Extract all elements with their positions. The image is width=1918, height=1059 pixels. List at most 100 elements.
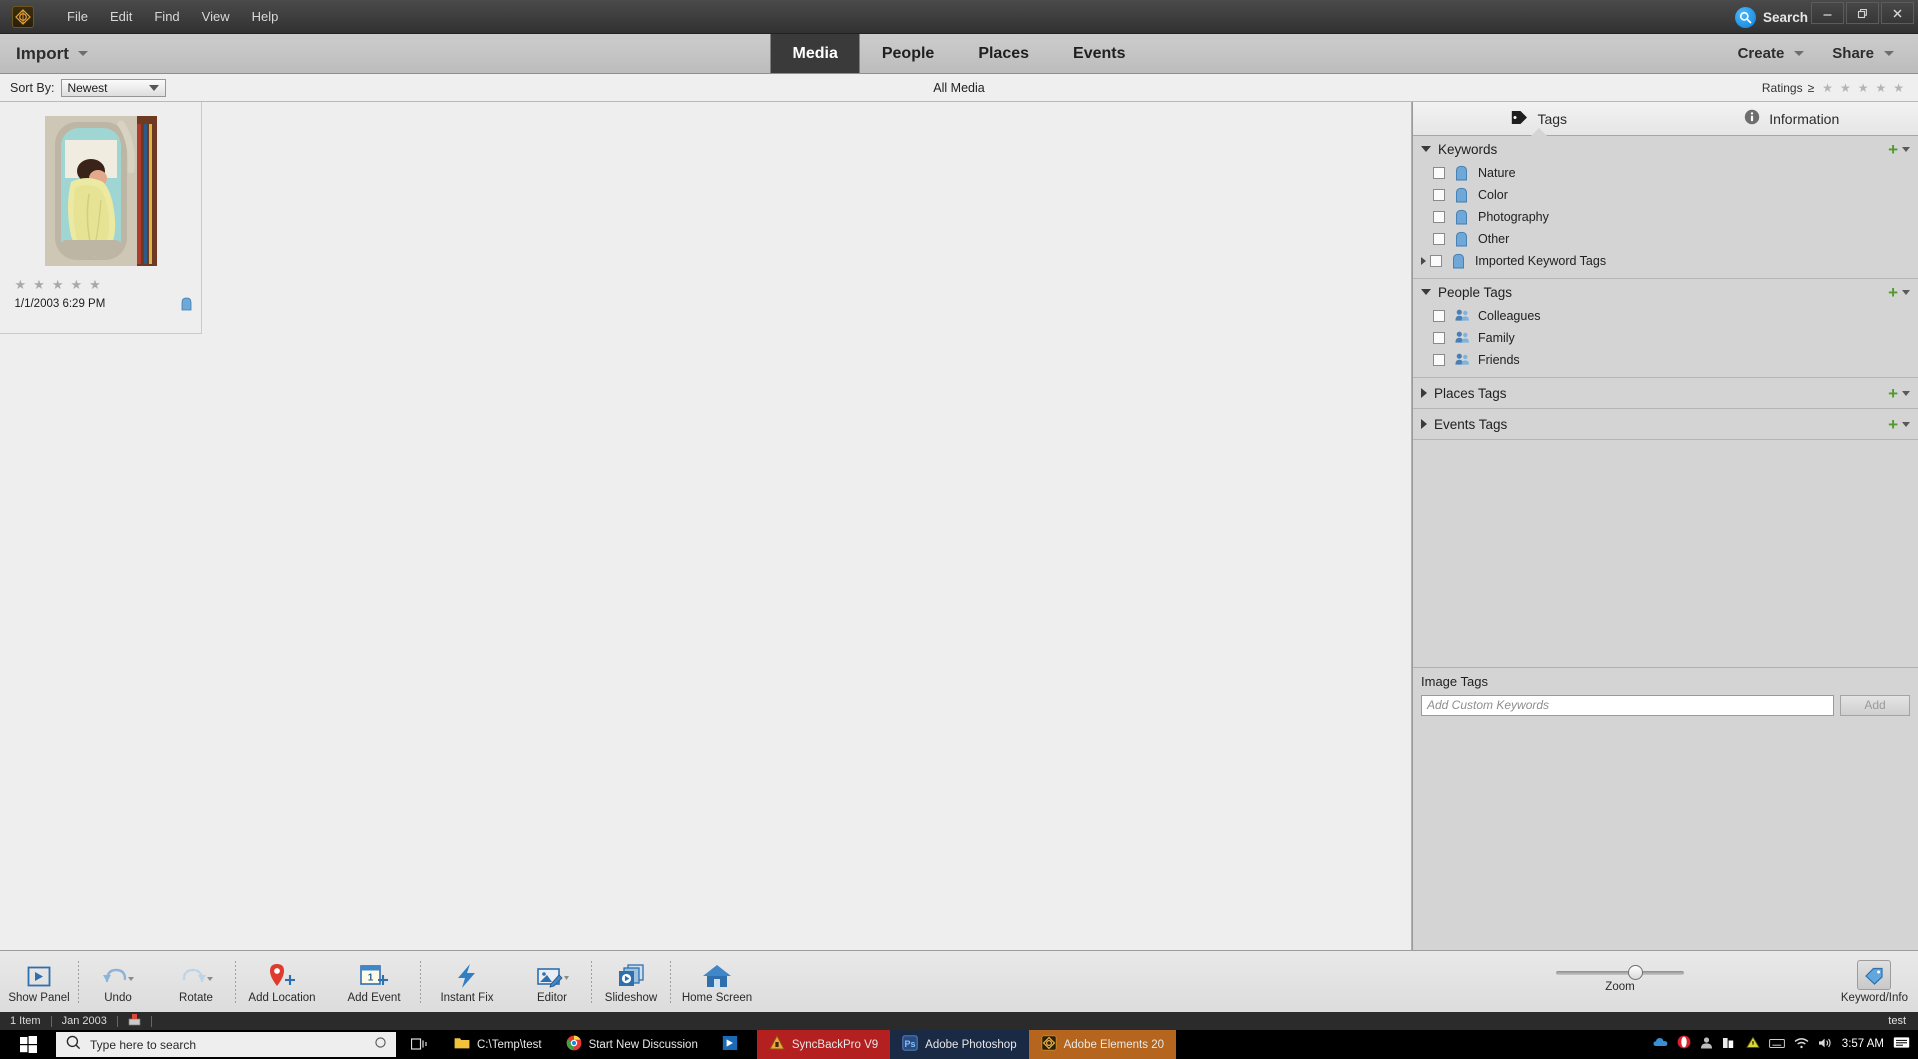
custom-keywords-input[interactable]: Add Custom Keywords xyxy=(1421,694,1834,716)
zoom-control[interactable]: Zoom xyxy=(1556,951,1684,1012)
taskbar-item-syncbackpro[interactable]: SyncBackPro V9 xyxy=(756,1030,891,1059)
rating-star[interactable]: ★ xyxy=(70,278,82,291)
slideshow-button[interactable]: Slideshow xyxy=(592,951,670,1012)
thumbnail-image[interactable] xyxy=(44,116,157,266)
menu-item-edit[interactable]: Edit xyxy=(99,5,143,28)
opera-icon[interactable] xyxy=(1677,1035,1691,1054)
add-keyword-button[interactable]: Add xyxy=(1840,694,1910,716)
cortana-icon[interactable] xyxy=(375,1036,386,1054)
rating-star[interactable]: ★ xyxy=(1840,82,1851,94)
menu-item-help[interactable]: Help xyxy=(241,5,290,28)
import-button[interactable]: Import xyxy=(0,34,104,73)
tag-checkbox[interactable] xyxy=(1433,189,1445,201)
add-event-tag-button[interactable]: + xyxy=(1888,416,1910,433)
chevron-down-icon[interactable] xyxy=(1421,146,1431,152)
share-button[interactable]: Share xyxy=(1818,45,1908,62)
menu-item-file[interactable]: File xyxy=(56,5,99,28)
tag-row[interactable]: Nature xyxy=(1413,162,1918,184)
sort-select[interactable]: Newest xyxy=(61,78,167,97)
tag-checkbox[interactable] xyxy=(1433,233,1445,245)
tag-row[interactable]: Photography xyxy=(1413,206,1918,228)
chevron-down-icon[interactable] xyxy=(1421,289,1431,295)
rating-star[interactable]: ★ xyxy=(1858,82,1869,94)
add-place-tag-button[interactable]: + xyxy=(1888,385,1910,402)
tag-checkbox[interactable] xyxy=(1433,354,1445,366)
keyword-info-toggle[interactable]: Keyword/Info xyxy=(1841,951,1908,1012)
task-view-icon[interactable] xyxy=(396,1030,442,1059)
taskbar-search-input[interactable]: Type here to search xyxy=(56,1032,396,1057)
volume-icon[interactable] xyxy=(1818,1036,1833,1054)
onedrive-icon[interactable] xyxy=(1653,1036,1668,1054)
rating-star[interactable]: ★ xyxy=(33,278,45,291)
tag-checkbox[interactable] xyxy=(1433,167,1445,179)
ratings-stars[interactable]: ★ ★ ★ ★ ★ xyxy=(1822,82,1904,94)
user-icon[interactable] xyxy=(1700,1036,1713,1054)
rating-star[interactable]: ★ xyxy=(15,278,27,291)
panel-tab-information[interactable]: Information xyxy=(1666,102,1918,135)
taskbar-item-store[interactable] xyxy=(710,1030,757,1059)
media-grid-item[interactable]: ★ ★ ★ ★ ★ 1/1/2003 6:29 PM xyxy=(0,102,202,334)
panel-tab-tags[interactable]: Tags xyxy=(1413,102,1666,135)
tag-row[interactable]: Colleagues xyxy=(1413,305,1918,327)
catalog-icon[interactable] xyxy=(118,1013,151,1029)
chevron-right-icon[interactable] xyxy=(1421,388,1427,398)
tag-checkbox[interactable] xyxy=(1430,255,1442,267)
editor-button[interactable]: Editor xyxy=(513,951,591,1012)
section-people-tags-header[interactable]: People Tags + xyxy=(1413,279,1918,305)
menu-item-view[interactable]: View xyxy=(191,5,241,28)
keyword-info-button[interactable] xyxy=(1857,959,1892,990)
windows-start-icon[interactable] xyxy=(0,1030,56,1059)
tab-people[interactable]: People xyxy=(860,34,956,73)
instant-fix-button[interactable]: Instant Fix xyxy=(421,951,513,1012)
tag-row[interactable]: Other xyxy=(1413,228,1918,250)
chevron-right-icon[interactable] xyxy=(1421,257,1426,265)
tag-row[interactable]: Color xyxy=(1413,184,1918,206)
section-events-tags-header[interactable]: Events Tags + xyxy=(1413,409,1918,439)
ratings-filter[interactable]: Ratings ≥ ★ ★ ★ ★ ★ xyxy=(1762,81,1904,95)
tab-places[interactable]: Places xyxy=(956,34,1051,73)
taskbar-clock[interactable]: 3:57 AM xyxy=(1842,1038,1884,1051)
taskbar-item-chrome[interactable]: Start New Discussion xyxy=(554,1030,710,1059)
notification-icon[interactable] xyxy=(1893,1036,1910,1054)
keyboard-icon[interactable] xyxy=(1768,1036,1785,1054)
chevron-right-icon[interactable] xyxy=(1421,419,1427,429)
zoom-slider-track[interactable] xyxy=(1556,964,1684,980)
tag-checkbox[interactable] xyxy=(1433,310,1445,322)
tab-events[interactable]: Events xyxy=(1051,34,1147,73)
home-screen-button[interactable]: Home Screen xyxy=(671,951,763,1012)
add-event-button[interactable]: 1 Add Event xyxy=(328,951,420,1012)
tag-row[interactable]: Family xyxy=(1413,327,1918,349)
alert-icon[interactable] xyxy=(1746,1036,1760,1054)
tag-checkbox[interactable] xyxy=(1433,332,1445,344)
tab-media[interactable]: Media xyxy=(770,34,860,73)
add-keyword-tag-button[interactable]: + xyxy=(1888,141,1910,158)
search-button[interactable]: Search xyxy=(1734,7,1808,28)
taskbar-item-elements[interactable]: Adobe Elements 20 xyxy=(1028,1030,1176,1059)
minimize-button[interactable] xyxy=(1811,2,1844,24)
section-places-tags-header[interactable]: Places Tags + xyxy=(1413,378,1918,408)
tag-row[interactable]: Imported Keyword Tags xyxy=(1413,250,1918,272)
section-keywords-header[interactable]: Keywords + xyxy=(1413,136,1918,162)
add-people-tag-button[interactable]: + xyxy=(1888,284,1910,301)
media-grid[interactable]: ★ ★ ★ ★ ★ 1/1/2003 6:29 PM xyxy=(0,102,1412,950)
rotate-button[interactable]: Rotate xyxy=(157,951,235,1012)
rating-star[interactable]: ★ xyxy=(1893,82,1904,94)
create-button[interactable]: Create xyxy=(1724,45,1819,62)
wifi-icon[interactable] xyxy=(1794,1036,1809,1054)
undo-button[interactable]: Undo xyxy=(79,951,157,1012)
restore-button[interactable] xyxy=(1846,2,1879,24)
rating-star[interactable]: ★ xyxy=(89,278,101,291)
show-panel-button[interactable]: Show Panel xyxy=(0,951,78,1012)
tag-checkbox[interactable] xyxy=(1433,211,1445,223)
keyword-tag-icon[interactable] xyxy=(181,297,192,311)
rating-star[interactable]: ★ xyxy=(1875,82,1886,94)
close-button[interactable] xyxy=(1881,2,1914,24)
tag-row[interactable]: Friends xyxy=(1413,349,1918,371)
zoom-slider-handle[interactable] xyxy=(1628,964,1643,980)
rating-star[interactable]: ★ xyxy=(52,278,64,291)
rating-star[interactable]: ★ xyxy=(1822,82,1833,94)
battery-icon[interactable] xyxy=(1722,1036,1737,1054)
add-location-button[interactable]: Add Location xyxy=(236,951,328,1012)
taskbar-item-photoshop[interactable]: Ps Adobe Photoshop xyxy=(890,1030,1029,1059)
taskbar-item-folder[interactable]: C:\Temp\test xyxy=(442,1030,554,1059)
